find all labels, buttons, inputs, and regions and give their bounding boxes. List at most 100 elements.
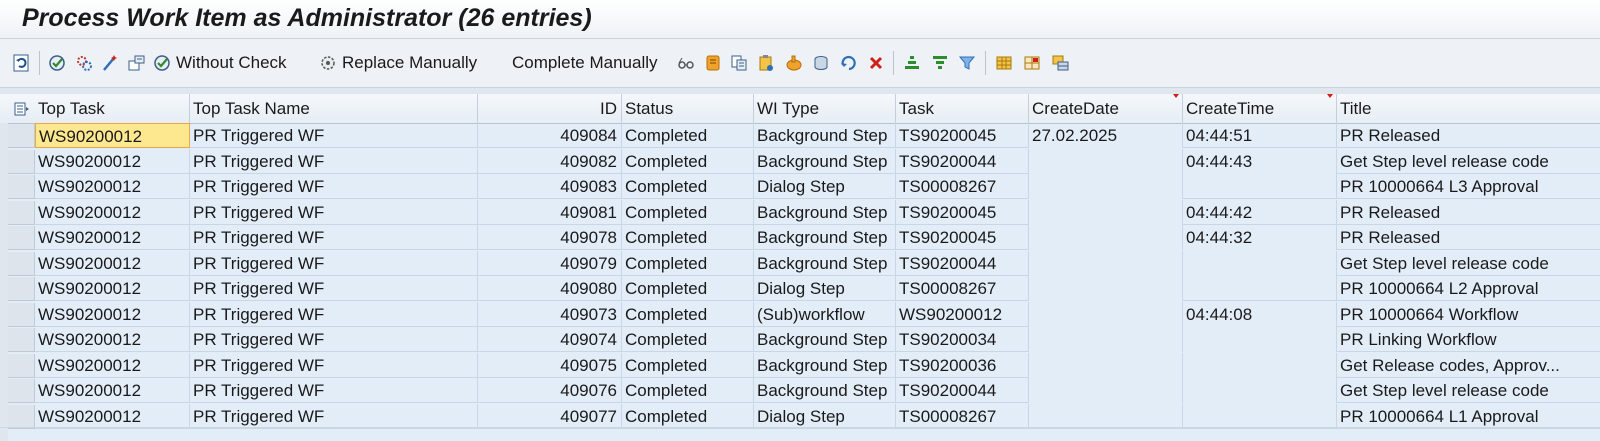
column-header-create-time[interactable]: CreateTime: [1183, 94, 1337, 123]
sort-descending-icon[interactable]: [928, 39, 952, 87]
cell-top-task-name[interactable]: PR Triggered WF: [190, 174, 478, 199]
cell-create-date[interactable]: [1029, 352, 1183, 378]
cell-wi-type[interactable]: Background Step: [754, 352, 896, 378]
cell-create-time[interactable]: [1183, 378, 1337, 403]
row-selector[interactable]: [8, 124, 35, 148]
glasses-icon[interactable]: [675, 39, 697, 87]
cell-wi-type[interactable]: Background Step: [754, 327, 896, 352]
cell-top-task[interactable]: WS90200012: [35, 225, 190, 250]
row-selector[interactable]: [8, 277, 35, 301]
column-header-wi-type[interactable]: WI Type: [754, 94, 896, 123]
cell-top-task[interactable]: WS90200012: [35, 148, 190, 174]
settings-gears-icon[interactable]: [72, 39, 96, 87]
table-row[interactable]: WS90200012 PR Triggered WF 409081 Completed…: [0, 199, 1600, 225]
without-check-button[interactable]: Without Check: [152, 39, 302, 87]
cell-create-date[interactable]: [1029, 301, 1183, 327]
cell-id[interactable]: 409084: [478, 123, 622, 148]
cell-status[interactable]: Completed: [622, 378, 754, 403]
wizard-icon[interactable]: [98, 39, 122, 87]
cell-task[interactable]: TS00008267: [896, 276, 1029, 301]
cell-create-time[interactable]: [1183, 250, 1337, 276]
cell-create-time[interactable]: 04:44:51: [1183, 123, 1337, 148]
cell-top-task-name[interactable]: PR Triggered WF: [190, 327, 478, 352]
cell-title[interactable]: PR 10000664 Workflow: [1337, 302, 1600, 327]
restart-icon[interactable]: [838, 39, 860, 87]
filter-icon[interactable]: [955, 39, 979, 87]
table-row[interactable]: WS90200012 PR Triggered WF 409075 Completed…: [0, 352, 1600, 378]
cell-id[interactable]: 409079: [478, 250, 622, 276]
cell-top-task-name[interactable]: PR Triggered WF: [190, 199, 478, 225]
cell-top-task-name[interactable]: PR Triggered WF: [190, 123, 478, 148]
cell-top-task-name[interactable]: PR Triggered WF: [190, 276, 478, 301]
column-header-create-date[interactable]: CreateDate: [1029, 94, 1183, 123]
cell-id[interactable]: 409083: [478, 174, 622, 199]
column-header-top-task[interactable]: Top Task: [35, 94, 190, 123]
cell-id[interactable]: 409082: [478, 148, 622, 174]
log-icon[interactable]: [728, 39, 750, 87]
replace-manually-button[interactable]: Replace Manually: [318, 39, 488, 87]
cell-title[interactable]: PR Linking Workflow: [1337, 327, 1600, 352]
cell-status[interactable]: Completed: [622, 276, 754, 301]
cell-top-task-name[interactable]: PR Triggered WF: [190, 403, 478, 429]
export-icon[interactable]: [1048, 39, 1072, 87]
cell-wi-type[interactable]: Background Step: [754, 148, 896, 174]
cell-top-task[interactable]: WS90200012: [35, 276, 190, 301]
cell-top-task-name[interactable]: PR Triggered WF: [190, 225, 478, 250]
cell-create-time[interactable]: [1183, 403, 1337, 429]
cell-id[interactable]: 409078: [478, 225, 622, 250]
cell-title[interactable]: Get Step level release code: [1337, 149, 1600, 174]
cell-create-date[interactable]: 27.02.2025: [1029, 123, 1183, 148]
cell-task[interactable]: TS90200045: [896, 199, 1029, 225]
cell-wi-type[interactable]: Background Step: [754, 225, 896, 250]
cell-create-date[interactable]: [1029, 250, 1183, 276]
cell-create-time[interactable]: 04:44:43: [1183, 148, 1337, 174]
cell-id[interactable]: 409081: [478, 199, 622, 225]
cell-top-task[interactable]: WS90200012: [35, 123, 190, 148]
layout-icon[interactable]: [992, 39, 1016, 87]
refresh-icon[interactable]: [10, 39, 34, 87]
row-selector[interactable]: [8, 251, 35, 276]
cell-create-date[interactable]: [1029, 199, 1183, 225]
cell-title[interactable]: Get Release codes, Approv...: [1337, 353, 1600, 378]
cell-title[interactable]: PR 10000664 L3 Approval: [1337, 174, 1600, 199]
cell-task[interactable]: WS90200012: [896, 301, 1029, 327]
cell-task[interactable]: TS90200034: [896, 327, 1029, 352]
cell-task[interactable]: TS00008267: [896, 403, 1029, 429]
cell-wi-type[interactable]: Dialog Step: [754, 174, 896, 199]
cell-title[interactable]: PR 10000664 L1 Approval: [1337, 404, 1600, 429]
forward-icon[interactable]: [124, 39, 148, 87]
cell-wi-type[interactable]: Background Step: [754, 250, 896, 276]
cell-create-time[interactable]: 04:44:32: [1183, 225, 1337, 250]
cell-create-time[interactable]: [1183, 352, 1337, 378]
row-selector[interactable]: [8, 200, 35, 225]
cell-status[interactable]: Completed: [622, 148, 754, 174]
cell-task[interactable]: TS00008267: [896, 174, 1029, 199]
cell-create-date[interactable]: [1029, 403, 1183, 429]
cell-task[interactable]: TS90200036: [896, 352, 1029, 378]
table-row[interactable]: WS90200012 PR Triggered WF 409084 Completed…: [0, 123, 1600, 148]
cell-task[interactable]: TS90200045: [896, 123, 1029, 148]
cell-wi-type[interactable]: (Sub)workflow: [754, 301, 896, 327]
cell-create-date[interactable]: [1029, 378, 1183, 403]
row-selector[interactable]: [8, 226, 35, 250]
column-header-task[interactable]: Task: [896, 94, 1029, 123]
cell-top-task-name[interactable]: PR Triggered WF: [190, 250, 478, 276]
table-row[interactable]: WS90200012 PR Triggered WF 409077 Completed…: [0, 403, 1600, 429]
cell-wi-type[interactable]: Background Step: [754, 123, 896, 148]
cell-create-time[interactable]: [1183, 276, 1337, 301]
table-row[interactable]: WS90200012 PR Triggered WF 409078 Completed…: [0, 225, 1600, 250]
cell-status[interactable]: Completed: [622, 327, 754, 352]
cell-top-task-name[interactable]: PR Triggered WF: [190, 378, 478, 403]
cell-create-date[interactable]: [1029, 174, 1183, 199]
cell-wi-type[interactable]: Background Step: [754, 199, 896, 225]
table-row[interactable]: WS90200012 PR Triggered WF 409083 Completed…: [0, 174, 1600, 199]
cell-id[interactable]: 409080: [478, 276, 622, 301]
cell-id[interactable]: 409077: [478, 403, 622, 429]
cell-top-task-name[interactable]: PR Triggered WF: [190, 148, 478, 174]
database-icon[interactable]: [810, 39, 832, 87]
select-all-icon[interactable]: [8, 94, 36, 123]
column-header-top-task-name[interactable]: Top Task Name: [190, 94, 478, 123]
cell-top-task[interactable]: WS90200012: [35, 301, 190, 327]
row-selector[interactable]: [8, 302, 35, 327]
cell-create-date[interactable]: [1029, 327, 1183, 352]
